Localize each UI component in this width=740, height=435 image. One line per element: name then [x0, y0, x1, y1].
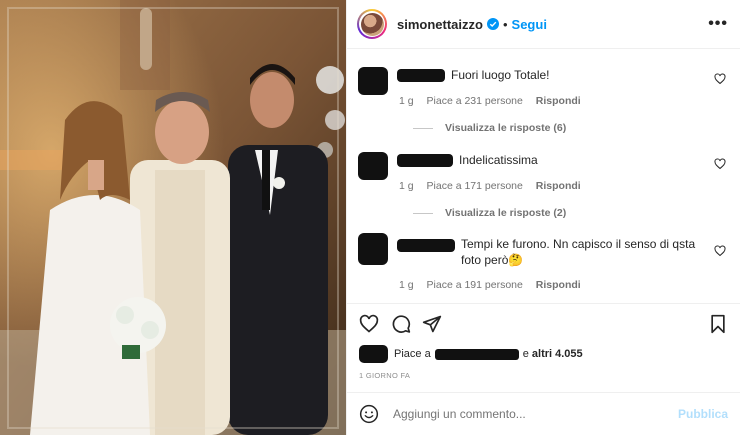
commenter-name-redacted[interactable]	[397, 154, 453, 167]
follow-button[interactable]: Segui	[512, 17, 547, 32]
comment-text: Indelicatissima	[459, 153, 538, 167]
comment-like-count[interactable]: Piace a 171 persone	[427, 180, 523, 192]
comment-item: Tempi ke furono. Nn capisco il senso di …	[357, 233, 730, 303]
comment-input[interactable]	[391, 406, 678, 422]
username-link[interactable]: simonettaizzo	[397, 17, 483, 32]
likes-prefix: Piace a	[394, 348, 431, 360]
like-comment-heart-icon[interactable]	[714, 158, 726, 170]
save-bookmark-icon[interactable]	[708, 314, 728, 334]
commenter-avatar[interactable]	[358, 152, 388, 180]
view-replies-button[interactable]: Visualizza le risposte (6)	[413, 122, 566, 134]
comments-list: Fuori luogo Totale! 1 g Piace a 231 pers…	[347, 49, 740, 301]
view-replies-label: Visualizza le risposte (6)	[445, 122, 567, 134]
comment-time: 1 g	[399, 95, 414, 107]
publish-button[interactable]: Pubblica	[678, 407, 728, 421]
reply-button[interactable]: Rispondi	[536, 279, 581, 291]
emoji-smiley-icon[interactable]	[359, 404, 379, 424]
reply-button[interactable]: Rispondi	[536, 95, 581, 107]
post-details-panel: simonettaizzo • Segui ••• Fuori luogo To…	[346, 0, 740, 435]
commenter-name-redacted[interactable]	[397, 239, 455, 252]
comment-bubble-icon[interactable]	[391, 314, 411, 334]
profile-avatar[interactable]	[357, 9, 387, 39]
commenter-avatar[interactable]	[358, 67, 388, 95]
view-replies-label: Visualizza le risposte (2)	[445, 207, 567, 219]
more-options-icon[interactable]: •••	[708, 15, 728, 33]
instagram-post: simonettaizzo • Segui ••• Fuori luogo To…	[0, 0, 740, 435]
comment-meta: 1 g Piace a 171 persone Rispondi	[399, 180, 591, 192]
likes-summary: Piace a e altri 4.055	[359, 345, 728, 363]
like-comment-heart-icon[interactable]	[714, 245, 726, 257]
commenter-name-redacted[interactable]	[397, 69, 445, 82]
comment-meta: 1 g Piace a 231 persone Rispondi	[399, 95, 591, 107]
like-comment-heart-icon[interactable]	[714, 73, 726, 85]
likes-count-link[interactable]: altri 4.055	[532, 348, 583, 360]
view-replies-button[interactable]: Visualizza le risposte (2)	[413, 207, 566, 219]
comment-text: Fuori luogo Totale!	[451, 68, 550, 82]
like-heart-icon[interactable]	[359, 314, 379, 334]
commenter-avatar[interactable]	[358, 233, 388, 265]
comment-meta: 1 g Piace a 191 persone Rispondi	[399, 279, 591, 291]
reply-button[interactable]: Rispondi	[536, 180, 581, 192]
comment-item: Fuori luogo Totale! 1 g Piace a 231 pers…	[357, 67, 730, 147]
post-timestamp[interactable]: 1 GIORNO FA	[359, 371, 410, 380]
comment-time: 1 g	[399, 279, 414, 291]
comment-like-count[interactable]: Piace a 191 persone	[427, 279, 523, 291]
liker-name-redacted[interactable]	[434, 348, 519, 360]
add-comment-bar: Pubblica	[347, 392, 740, 435]
separator-dot: •	[502, 16, 508, 32]
post-header: simonettaizzo • Segui •••	[347, 0, 740, 49]
liker-avatar-redacted[interactable]	[359, 345, 388, 363]
share-send-icon[interactable]	[422, 314, 442, 334]
comment-text: Tempi ke furono. Nn capisco il senso di …	[461, 237, 696, 267]
comment-like-count[interactable]: Piace a 231 persone	[427, 95, 523, 107]
likes-connector: e	[522, 348, 529, 360]
wedding-photo-image	[0, 0, 346, 435]
comment-item: Indelicatissima 1 g Piace a 171 persone …	[357, 152, 730, 232]
post-image[interactable]	[0, 0, 346, 435]
verified-badge-icon	[486, 18, 499, 30]
comment-time: 1 g	[399, 180, 414, 192]
post-actions-bar	[347, 303, 740, 344]
